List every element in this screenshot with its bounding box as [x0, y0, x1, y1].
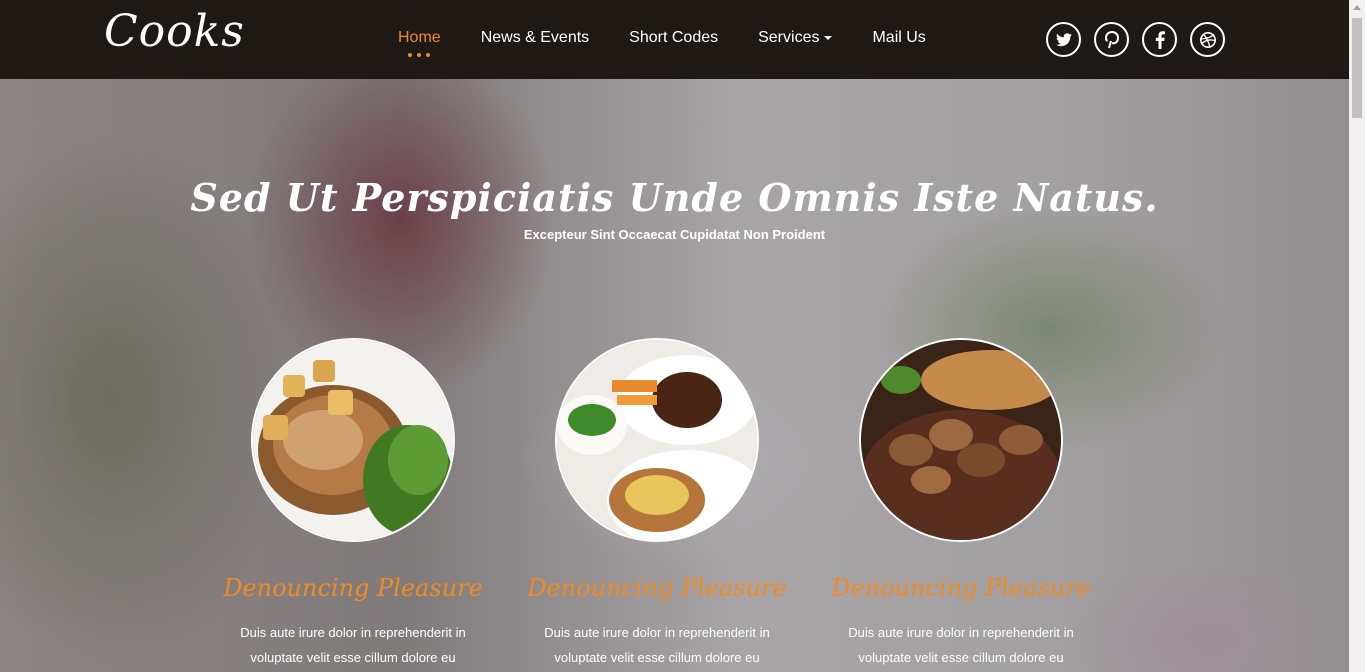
nav-item-label: Services [758, 29, 820, 46]
top-navbar: Cooks Home News & Events Short Codes Ser… [0, 0, 1349, 79]
card-text: Duis aute irure dolor in reprehenderit i… [240, 625, 466, 665]
hero-subtitle: Excepteur Sint Occaecat Cupidatat Non Pr… [523, 227, 826, 242]
twitter-icon [1055, 32, 1072, 46]
facebook-button[interactable] [1142, 22, 1177, 57]
page-scrollbar[interactable] [1349, 0, 1365, 672]
facebook-icon [1155, 30, 1165, 49]
nav-item-short-codes[interactable]: Short Codes [629, 29, 718, 47]
dribbble-icon [1199, 31, 1216, 48]
social-links [1046, 22, 1225, 57]
nav-item-services[interactable]: Services [758, 29, 833, 47]
site-logo[interactable]: Cooks [104, 6, 245, 57]
feature-card: Denouncing Pleasure Duis aute irure dolo… [811, 338, 1111, 670]
card-title: Denouncing Pleasure [831, 574, 1091, 602]
scrollbar-thumb[interactable] [1352, 18, 1362, 118]
nav-item-label: Mail Us [872, 29, 926, 46]
nav-item-label: News & Events [480, 29, 590, 46]
nav-item-mail-us[interactable]: Mail Us [872, 29, 925, 47]
hero-banner: Sed Ut Perspiciatis Unde Omnis Iste Natu… [0, 79, 1349, 672]
caret-down-icon [824, 35, 833, 40]
card-text: Duis aute irure dolor in reprehenderit i… [544, 625, 770, 665]
scroll-up-arrow-icon[interactable] [1353, 5, 1361, 10]
dribbble-button[interactable] [1190, 22, 1225, 57]
nav-item-label: Short Codes [629, 29, 719, 46]
card-text: Duis aute irure dolor in reprehenderit i… [848, 625, 1074, 665]
hero-title: Sed Ut Perspiciatis Unde Omnis Iste Natu… [190, 175, 1159, 220]
active-indicator [408, 53, 431, 57]
nav-item-news-events[interactable]: News & Events [481, 29, 589, 47]
twitter-button[interactable] [1046, 22, 1081, 57]
dish-image[interactable] [555, 338, 759, 542]
pinterest-button[interactable] [1094, 22, 1129, 57]
feature-card: Denouncing Pleasure Duis aute irure dolo… [507, 338, 807, 670]
card-title: Denouncing Pleasure [527, 574, 787, 602]
nav-item-label: Home [398, 29, 441, 46]
card-title: Denouncing Pleasure [223, 574, 483, 602]
feature-card: Denouncing Pleasure Duis aute irure dolo… [203, 338, 503, 670]
dish-image[interactable] [251, 338, 455, 542]
pinterest-icon [1104, 30, 1119, 48]
nav-item-home[interactable]: Home [398, 29, 441, 57]
main-nav: Home News & Events Short Codes Services … [398, 29, 966, 57]
dish-image[interactable] [859, 338, 1063, 542]
